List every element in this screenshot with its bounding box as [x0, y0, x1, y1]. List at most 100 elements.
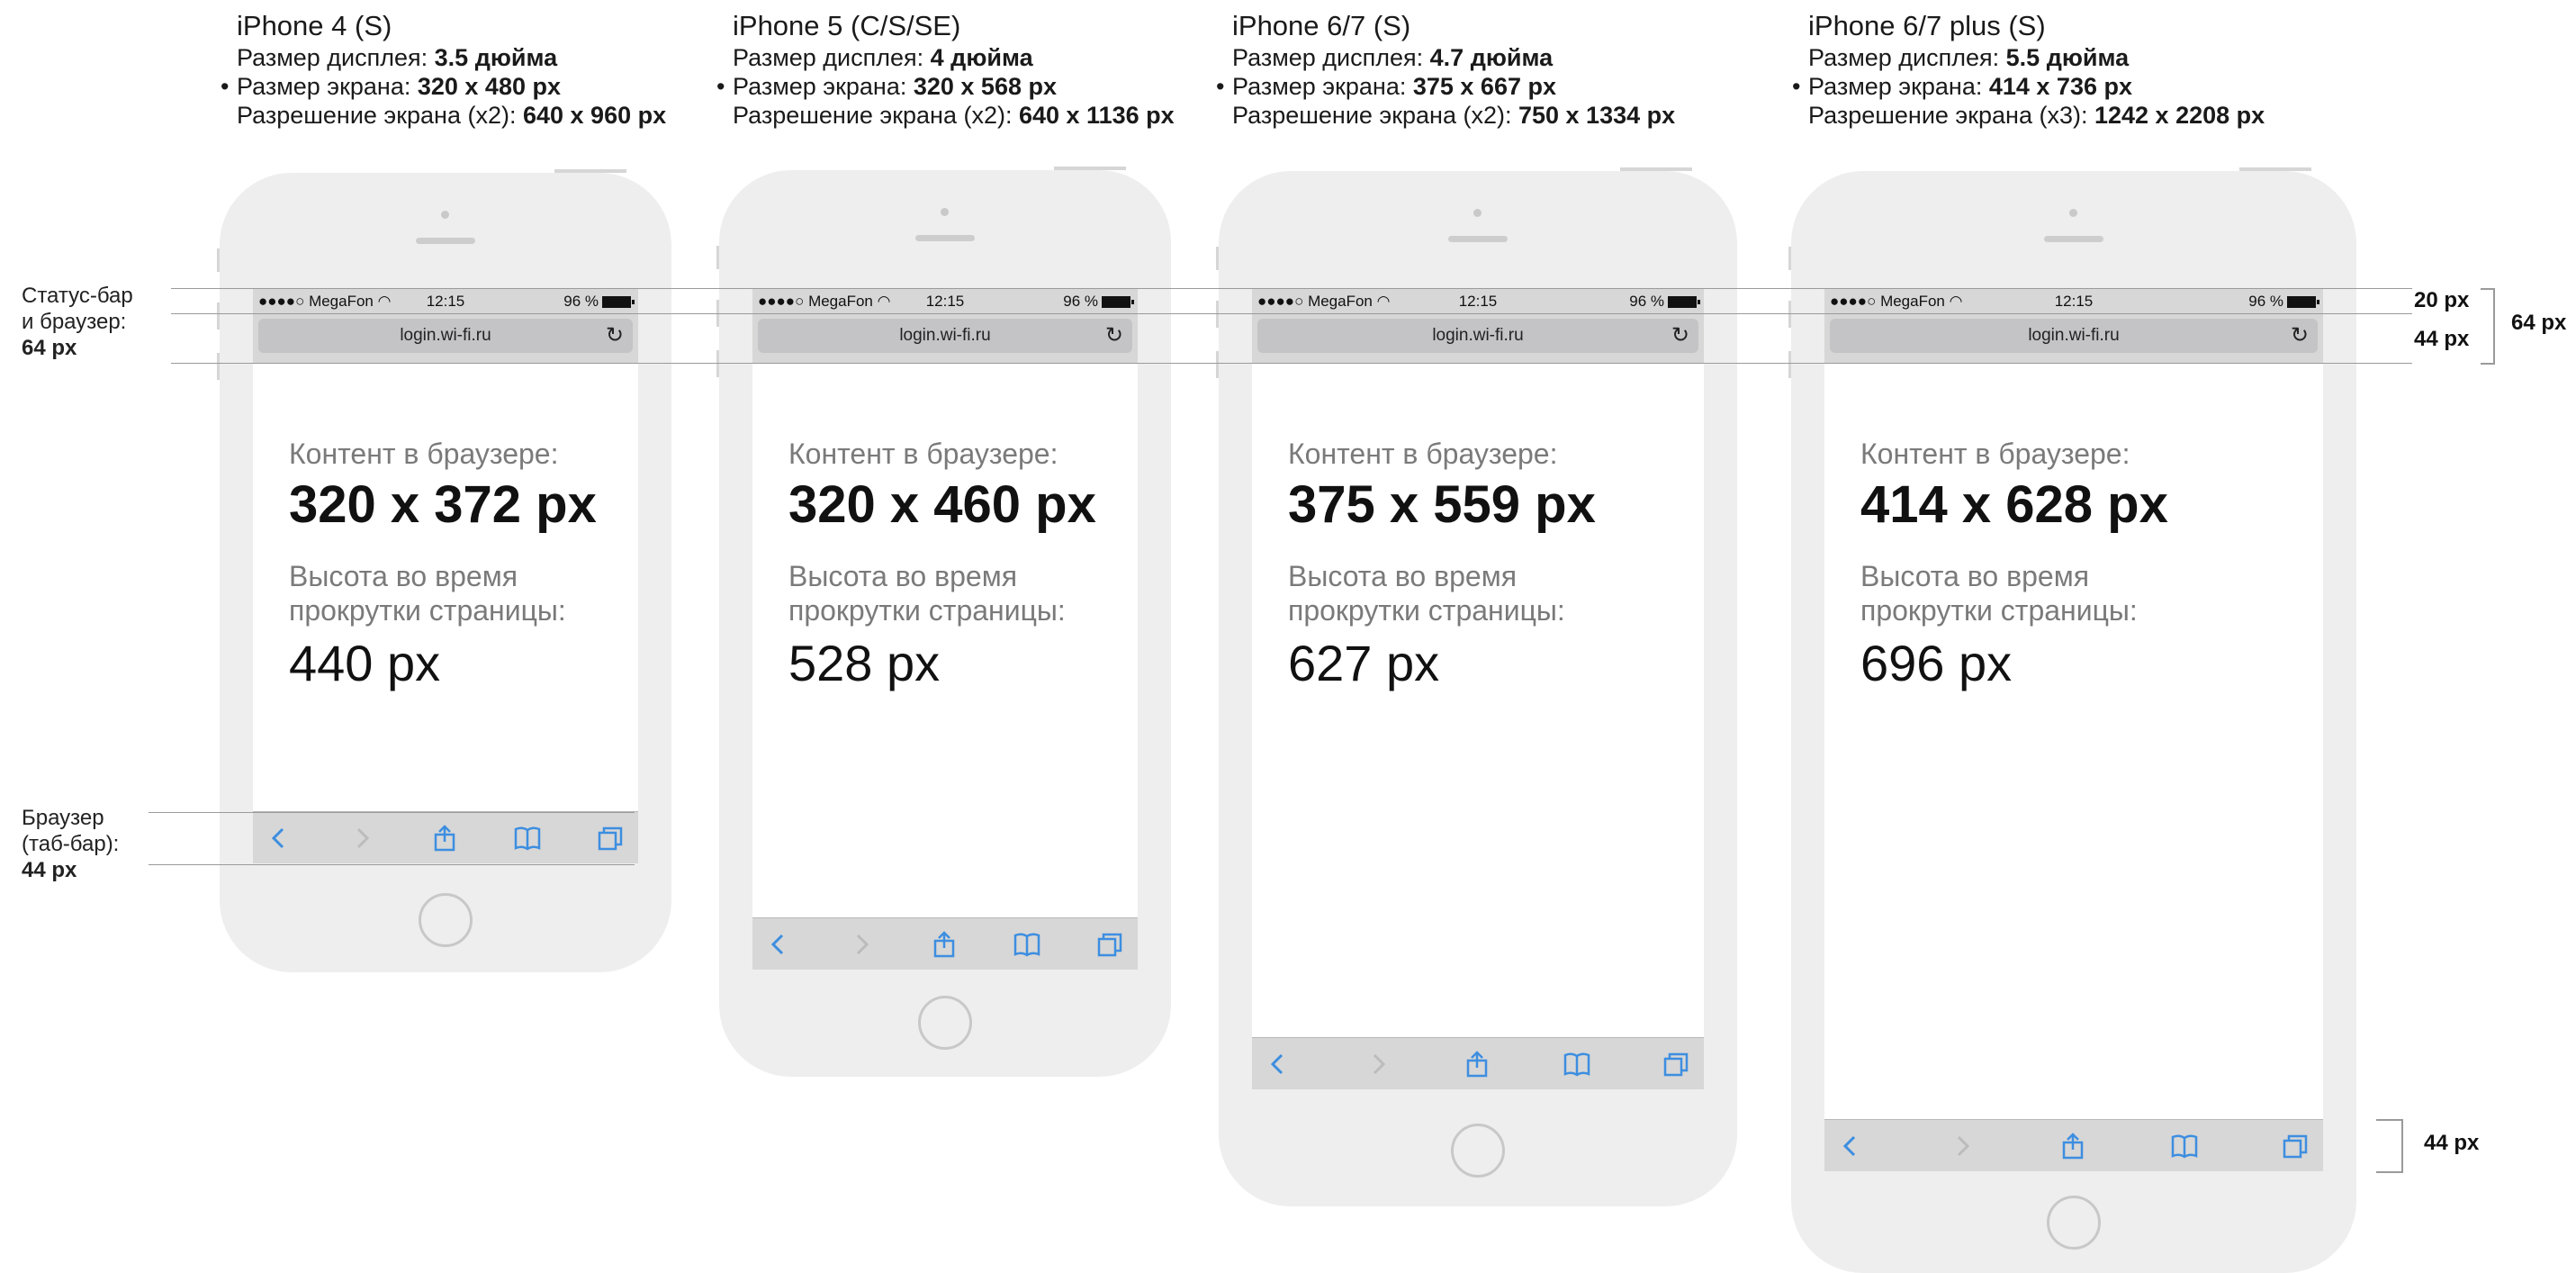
battery-indicator: 96 %: [2248, 293, 2319, 311]
content-info: Контент в браузере: 414 x 628 px Высота …: [1860, 437, 2184, 692]
tabs-icon[interactable]: [597, 825, 624, 852]
earpiece-speaker: [915, 235, 975, 241]
display-size: Размер дисплея: 4.7 дюйма: [1232, 44, 1554, 71]
browser-tab-bar: [1252, 1037, 1704, 1089]
content-label: Контент в браузере:: [1860, 438, 2130, 470]
tabs-icon[interactable]: [1662, 1051, 1689, 1078]
content-label: Контент в браузере:: [788, 438, 1058, 470]
reload-icon[interactable]: ↻: [1105, 319, 1123, 353]
reload-icon[interactable]: ↻: [606, 319, 624, 353]
content-info: Контент в браузере: 320 x 372 px Высота …: [289, 437, 613, 692]
content-info: Контент в браузере: 375 x 559 px Высота …: [1288, 437, 1612, 692]
front-camera: [441, 211, 449, 219]
bookmarks-icon[interactable]: [514, 825, 541, 852]
screen-size: • Размер экрана: 375 x 667 px: [1216, 73, 1556, 100]
model-title: iPhone 5 (C/S/SE): [733, 10, 961, 41]
scroll-value: 440 px: [289, 635, 441, 691]
front-camera: [941, 208, 949, 216]
volume-up-button: [217, 302, 220, 330]
scroll-label: Высота во время прокрутки страницы:: [289, 560, 566, 627]
url-field[interactable]: login.wi-fi.ru ↻: [1830, 319, 2318, 353]
browser-tab-bar: [1824, 1119, 2323, 1171]
spec-iphone6plus: iPhone 6/7 plus (S) Размер дисплея: 5.5 …: [1792, 9, 2265, 130]
battery-indicator: 96 %: [1629, 293, 1700, 311]
spec-iphone4: iPhone 4 (S) Размер дисплея: 3.5 дюйма •…: [221, 9, 667, 130]
back-arrow-icon[interactable]: [1837, 1133, 1864, 1160]
share-icon[interactable]: [1464, 1051, 1491, 1078]
bracket-tick: [2376, 1171, 2403, 1173]
guide-line-tabbar-top: [149, 812, 635, 813]
battery-indicator: 96 %: [1063, 293, 1134, 311]
display-size: Размер дисплея: 4 дюйма: [733, 44, 1033, 71]
reload-icon[interactable]: ↻: [1671, 319, 1689, 353]
scroll-label: Высота во время прокрутки страницы:: [788, 560, 1066, 627]
power-button: [2239, 167, 2311, 171]
phone-screen: ●●●●○ MegaFon ◠ 12:15 96 % login.wi-fi.r…: [253, 288, 638, 863]
spec-iphone5: iPhone 5 (C/S/SE) Размер дисплея: 4 дюйм…: [716, 9, 1175, 130]
share-icon[interactable]: [931, 931, 958, 958]
earpiece-speaker: [416, 238, 475, 244]
url-field[interactable]: login.wi-fi.ru ↻: [758, 319, 1132, 353]
url-field[interactable]: login.wi-fi.ru ↻: [1257, 319, 1698, 353]
scroll-value: 696 px: [1860, 635, 2013, 691]
resolution: Разрешение экрана (x2): 640 x 960 px: [237, 102, 667, 129]
volume-up-button: [1788, 301, 1791, 328]
scroll-value: 627 px: [1288, 635, 1440, 691]
model-title: iPhone 6/7 (S): [1232, 10, 1411, 41]
content-size: 375 x 559 px: [1288, 475, 1596, 534]
battery-icon: [1102, 296, 1134, 309]
note-tabbar: Браузер (таб-бар): 44 px: [22, 806, 120, 882]
forward-arrow-icon[interactable]: [848, 931, 875, 958]
share-icon[interactable]: [2059, 1133, 2086, 1160]
bookmarks-icon[interactable]: [1013, 931, 1040, 958]
status-bar: ●●●●○ MegaFon ◠ 12:15 96 %: [752, 288, 1138, 314]
battery-icon: [2287, 296, 2319, 309]
forward-arrow-icon[interactable]: [1365, 1051, 1392, 1078]
scroll-value: 528 px: [788, 635, 941, 691]
forward-arrow-icon[interactable]: [348, 825, 375, 852]
dim-total: 64 px: [2511, 311, 2567, 335]
tabs-icon[interactable]: [1096, 931, 1123, 958]
front-camera: [2069, 209, 2077, 217]
phone-screen: ●●●●○ MegaFon ◠ 12:15 96 % login.wi-fi.r…: [1824, 288, 2323, 1171]
volume-down-button: [217, 353, 220, 380]
back-arrow-icon[interactable]: [765, 931, 792, 958]
bracket-tick: [2481, 363, 2495, 365]
browser-bar: login.wi-fi.ru ↻: [1252, 314, 1704, 363]
volume-down-button: [716, 350, 719, 377]
power-button: [1620, 167, 1692, 171]
battery-icon: [1668, 296, 1700, 309]
content-size: 320 x 372 px: [289, 475, 597, 534]
url-field[interactable]: login.wi-fi.ru ↻: [258, 319, 633, 353]
phone-2: ●●●●○ MegaFon ◠ 12:15 96 % login.wi-fi.r…: [1216, 167, 1737, 1206]
power-button: [1054, 167, 1126, 170]
share-icon[interactable]: [431, 825, 458, 852]
power-button: [554, 169, 626, 173]
content-size: 320 x 460 px: [788, 475, 1096, 534]
mute-switch: [1216, 247, 1219, 270]
guide-line-status: [171, 313, 2412, 314]
phone-screen: ●●●●○ MegaFon ◠ 12:15 96 % login.wi-fi.r…: [1252, 288, 1704, 1089]
screen-size: • Размер экрана: 320 x 480 px: [221, 73, 561, 100]
home-button: [2047, 1196, 2101, 1250]
resolution: Разрешение экрана (x3): 1242 x 2208 px: [1808, 102, 2265, 129]
bookmarks-icon[interactable]: [2171, 1133, 2198, 1160]
back-arrow-icon[interactable]: [1265, 1051, 1292, 1078]
browser-tab-bar: [253, 811, 638, 863]
forward-arrow-icon[interactable]: [1949, 1133, 1976, 1160]
reload-icon[interactable]: ↻: [2291, 319, 2309, 353]
tabs-icon[interactable]: [2282, 1133, 2309, 1160]
model-title: iPhone 4 (S): [237, 10, 392, 41]
bracket-64: [2493, 288, 2495, 364]
earpiece-speaker: [1448, 236, 1508, 242]
browser-bar: login.wi-fi.ru ↻: [752, 314, 1138, 363]
back-arrow-icon[interactable]: [266, 825, 293, 852]
browser-bar: login.wi-fi.ru ↻: [1824, 314, 2323, 363]
bracket-tick: [2376, 1119, 2403, 1121]
volume-up-button: [1216, 301, 1219, 328]
home-button: [1451, 1124, 1505, 1178]
front-camera: [1473, 209, 1482, 217]
home-button: [918, 996, 972, 1050]
bookmarks-icon[interactable]: [1563, 1051, 1590, 1078]
dim-url: 44 px: [2414, 327, 2470, 351]
